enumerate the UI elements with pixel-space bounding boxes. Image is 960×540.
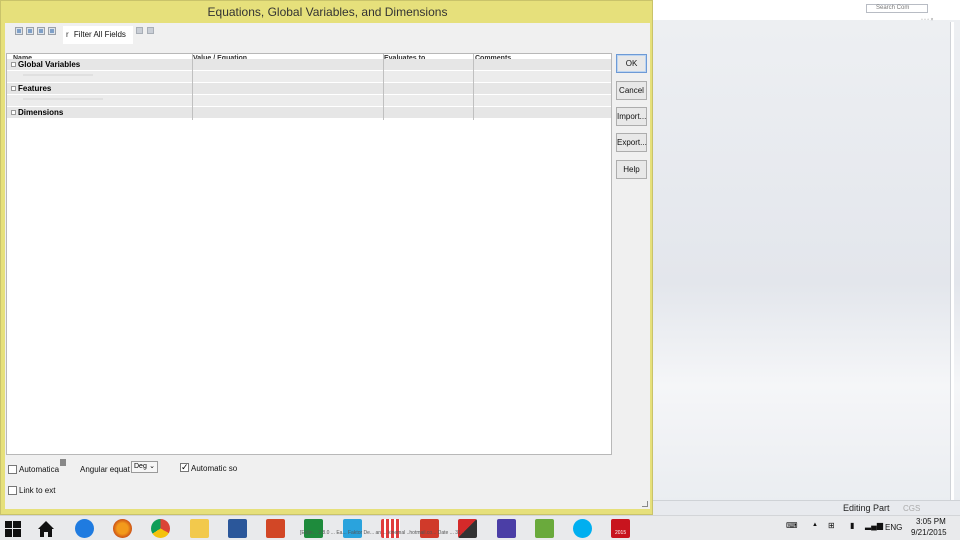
add-global-variable-placeholder bbox=[23, 74, 93, 76]
ok-button[interactable]: OK bbox=[616, 54, 647, 73]
filter-label: Filter All Fields bbox=[73, 30, 126, 39]
tray-chevron-up-icon[interactable]: ▲ bbox=[812, 522, 818, 528]
add-feature-suppression-row[interactable] bbox=[7, 95, 611, 107]
view-ordered-icon[interactable] bbox=[48, 27, 56, 35]
action-center-flag-icon[interactable]: ⊞ bbox=[828, 521, 835, 530]
file-explorer-icon[interactable] bbox=[190, 519, 209, 538]
import-button[interactable]: Import... bbox=[616, 107, 647, 126]
wifi-signal-icon[interactable]: ▂▄▆ bbox=[865, 521, 883, 530]
link-external-label: Link to ext bbox=[19, 486, 56, 495]
solidworks-badge: 2015 bbox=[615, 530, 627, 536]
status-editing-part: Editing Part bbox=[843, 503, 890, 513]
section-row-dimensions[interactable]: Dimensions bbox=[7, 107, 611, 119]
section-label: Dimensions bbox=[18, 108, 64, 117]
cancel-button[interactable]: Cancel bbox=[616, 81, 647, 100]
automatic-solve-checkbox[interactable] bbox=[180, 462, 189, 473]
angular-units-label: Angular equat bbox=[80, 465, 130, 474]
skype-icon[interactable] bbox=[573, 519, 592, 538]
collapse-icon[interactable] bbox=[11, 86, 16, 91]
internet-explorer-icon[interactable] bbox=[75, 519, 94, 538]
equations-dialog: Equations, Global Variables, and Dimensi… bbox=[0, 0, 653, 515]
word-icon[interactable] bbox=[228, 519, 247, 538]
column-divider[interactable] bbox=[192, 54, 193, 120]
chrome-icon[interactable] bbox=[145, 516, 176, 540]
column-divider[interactable] bbox=[383, 54, 384, 120]
background-search-placeholder: Search Com bbox=[876, 5, 910, 11]
start-button[interactable] bbox=[5, 521, 21, 537]
background-side-panel bbox=[950, 22, 954, 507]
solidworks-icon[interactable]: 2015 bbox=[605, 516, 636, 540]
section-label: Features bbox=[18, 84, 52, 93]
network-people-icon[interactable] bbox=[535, 519, 554, 538]
automatic-rebuild-checkbox[interactable] bbox=[8, 465, 17, 474]
angular-units-value: Deg bbox=[134, 463, 147, 470]
collapse-icon[interactable] bbox=[11, 62, 16, 67]
automatic-solve-label: Automatic so bbox=[191, 464, 238, 473]
clock-date[interactable]: 9/21/2015 bbox=[911, 528, 947, 537]
clock-time[interactable]: 3:05 PM bbox=[916, 517, 946, 526]
add-feature-placeholder bbox=[23, 98, 103, 100]
taskbar: 2015 ⌨ ▲ ⊞ ▮ ▂▄▆ ENG 3:05 PM 9/21/2015 bbox=[0, 515, 960, 540]
view-dimensions-icon[interactable] bbox=[37, 27, 45, 35]
battery-icon[interactable]: ▮ bbox=[850, 521, 854, 530]
window-minimize-icon[interactable]: ▫ ▫ ▫ × bbox=[921, 17, 933, 23]
dialog-title: Equations, Global Variables, and Dimensi… bbox=[207, 5, 448, 19]
background-search-input[interactable]: Search Com bbox=[866, 4, 928, 13]
section-row-features[interactable]: Features bbox=[7, 83, 611, 95]
collapse-icon[interactable] bbox=[11, 110, 16, 115]
taskbar-marquee-text: [Ed|in... 2.8.0 ... Ea... Faktor De... a… bbox=[300, 530, 464, 536]
help-button[interactable]: Help bbox=[616, 160, 647, 179]
chevron-down-icon: ⌄ bbox=[149, 463, 155, 470]
filter-all-fields[interactable]: r Filter All Fields bbox=[63, 26, 133, 44]
automatic-rebuild-label: Automatica bbox=[19, 465, 60, 474]
section-label: Global Variables bbox=[18, 60, 81, 69]
resize-grip[interactable] bbox=[642, 501, 648, 507]
link-external-checkbox[interactable] bbox=[8, 486, 17, 495]
filter-clear-icon[interactable] bbox=[147, 27, 154, 34]
powerpoint-icon[interactable] bbox=[266, 519, 285, 538]
export-button[interactable]: Export... bbox=[616, 133, 647, 152]
angular-units-select[interactable]: Deg ⌄ bbox=[131, 461, 158, 473]
status-units[interactable]: CGS bbox=[903, 504, 920, 513]
filter-lead: r bbox=[66, 30, 69, 39]
settings-gear-icon[interactable] bbox=[497, 519, 516, 538]
view-equations-icon[interactable] bbox=[15, 27, 23, 35]
section-row-global-variables[interactable]: Global Variables bbox=[7, 59, 611, 71]
lock-icon bbox=[60, 459, 66, 466]
keyboard-icon[interactable]: ⌨ bbox=[786, 521, 798, 530]
language-indicator[interactable]: ENG bbox=[885, 523, 902, 532]
home-icon[interactable] bbox=[36, 519, 55, 538]
dialog-body: r Filter All Fields Name Value / Equatio… bbox=[5, 23, 650, 509]
filter-funnel-icon[interactable] bbox=[136, 27, 143, 34]
windows-logo-icon bbox=[5, 521, 21, 537]
view-sketch-equations-icon[interactable] bbox=[26, 27, 34, 35]
firefox-icon[interactable] bbox=[113, 519, 132, 538]
equations-grid: Name Value / Equation Evaluates to Comme… bbox=[6, 53, 612, 455]
background-graphics-area: Search Com ▫ ▫ ▫ × Editing Part CGS bbox=[653, 0, 960, 515]
column-divider[interactable] bbox=[473, 54, 474, 120]
add-global-variable-row[interactable] bbox=[7, 71, 611, 83]
